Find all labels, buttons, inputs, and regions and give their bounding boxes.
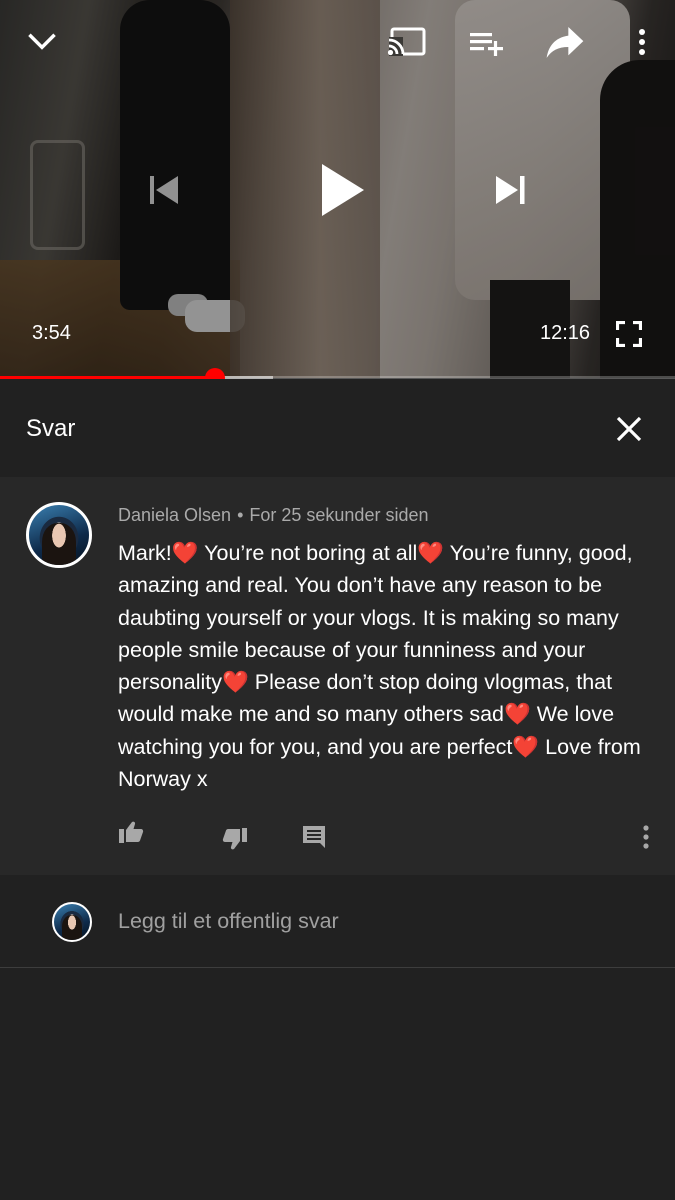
previous-video-button[interactable] <box>140 166 188 214</box>
add-reply-bar <box>0 875 675 968</box>
heart-emoji: ❤️ <box>221 670 249 695</box>
reply-input[interactable] <box>118 905 638 937</box>
heart-emoji: ❤️ <box>171 541 199 565</box>
fullscreen-button[interactable] <box>610 314 648 354</box>
comment-author[interactable]: Daniela Olsen <box>118 505 231 525</box>
comment-text-segment: Mark! <box>118 541 172 565</box>
current-time: 3:54 <box>32 322 71 344</box>
avatar[interactable] <box>26 502 92 568</box>
comment-text: Mark!❤️ You’re not boring at all❤️ You’r… <box>118 537 658 795</box>
cast-icon <box>387 27 426 56</box>
reply-panel-title: Svar <box>26 415 76 442</box>
chevron-down-icon <box>28 33 56 50</box>
collapse-player-button[interactable] <box>20 20 64 64</box>
thumb-down-icon <box>222 828 247 850</box>
comment-meta: Daniela Olsen • For 25 sekunder siden <box>118 505 428 526</box>
comment-text-segment: You’re not boring at all <box>198 541 418 565</box>
share-button[interactable] <box>542 20 588 64</box>
video-player[interactable]: 3:54 12:16 <box>0 0 675 378</box>
dislike-button[interactable] <box>218 822 252 856</box>
empty-replies-area <box>0 969 675 1200</box>
fullscreen-icon <box>616 321 642 347</box>
cast-button[interactable] <box>385 22 429 62</box>
heart-emoji: ❤️ <box>504 702 531 727</box>
more-vert-icon <box>643 825 649 849</box>
close-replies-button[interactable] <box>608 408 650 450</box>
comment-more-button[interactable] <box>632 820 660 854</box>
like-button[interactable] <box>114 815 148 849</box>
add-to-queue-icon <box>470 33 503 56</box>
comment-icon <box>303 826 325 848</box>
reply-button[interactable] <box>298 821 330 853</box>
reply-panel-header: Svar <box>0 379 675 477</box>
user-avatar <box>52 902 92 942</box>
heart-emoji: ❤️ <box>417 541 445 565</box>
more-options-button[interactable] <box>626 22 658 62</box>
comment: Daniela Olsen • For 25 sekunder siden Mark… <box>0 477 675 875</box>
comment-timestamp: For 25 sekunder siden <box>249 505 429 525</box>
share-icon <box>546 27 584 58</box>
skip-next-icon <box>496 176 525 204</box>
skip-previous-icon <box>150 176 178 204</box>
heart-emoji: ❤️ <box>512 734 540 759</box>
play-icon <box>322 164 364 216</box>
meta-separator: • <box>237 505 244 525</box>
thumb-up-icon <box>119 821 144 843</box>
add-to-queue-button[interactable] <box>464 22 508 62</box>
next-video-button[interactable] <box>486 166 534 214</box>
close-icon <box>616 416 642 442</box>
video-duration: 12:16 <box>540 322 591 344</box>
more-vert-icon <box>639 29 645 55</box>
play-button[interactable] <box>310 155 376 225</box>
